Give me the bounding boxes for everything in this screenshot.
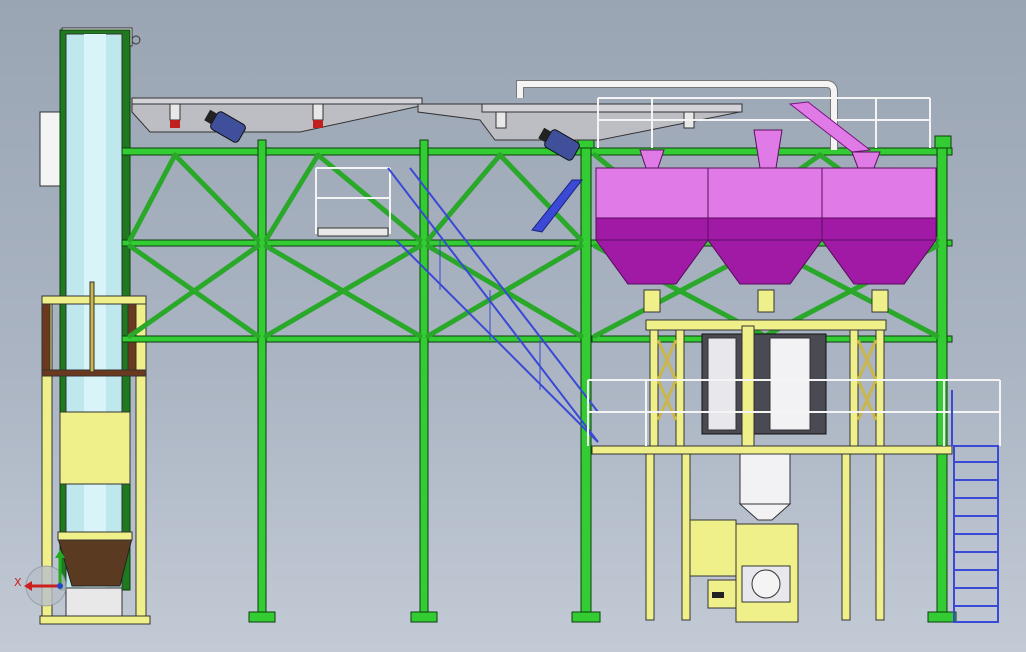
mid-platform-railing[interactable]: [315, 167, 391, 234]
weigher-top-beam: [645, 319, 887, 331]
z-axis-point-icon: [57, 583, 63, 589]
spring-red: [313, 120, 323, 128]
bagging-spout: [738, 453, 792, 521]
column-base-2: [410, 611, 438, 623]
support-tower-left: [649, 329, 685, 447]
weighing-bin-1: [707, 337, 737, 431]
frame-column-1: [257, 139, 267, 621]
elevator-access-panel: [59, 411, 131, 485]
elevator-leg-right: [135, 303, 147, 625]
elevator-head-panel: [39, 111, 63, 187]
frame-top-chord: [121, 147, 953, 156]
column-base-4: [927, 611, 957, 623]
spring-red: [170, 120, 180, 128]
elevator-head-pulley: [131, 35, 141, 45]
storage-hopper-3: [821, 151, 937, 285]
bucket-elevator: [39, 27, 151, 625]
operating-platform: [591, 445, 953, 455]
packing-machine: [689, 519, 799, 623]
screen-spring-mount: [169, 103, 181, 121]
column-base-3: [571, 611, 601, 623]
storage-hopper-1: [595, 149, 709, 285]
elevator-foot: [39, 615, 151, 625]
bagging-machine: [645, 319, 887, 447]
column-cap-4: [934, 135, 952, 149]
screen-spring-mount: [312, 103, 324, 121]
control-panel-icon: [712, 592, 724, 598]
elevator-belt-highlight: [84, 34, 106, 594]
support-tower-right: [849, 329, 885, 447]
screen-support-brace: [531, 179, 584, 233]
side-stair[interactable]: [951, 390, 999, 623]
storage-hoppers: [595, 129, 937, 313]
weighing-bin-2: [769, 337, 811, 431]
elevator-boot-rim: [57, 531, 133, 541]
elevator-brace-left: [41, 303, 51, 375]
x-axis-label: X: [14, 576, 22, 589]
center-post: [741, 325, 755, 447]
cad-viewport[interactable]: [0, 0, 1026, 652]
vibrating-screen-1: [131, 97, 423, 143]
column-base-1: [248, 611, 276, 623]
elevator-gauge: [89, 281, 95, 373]
mid-platform-deck: [317, 227, 389, 237]
